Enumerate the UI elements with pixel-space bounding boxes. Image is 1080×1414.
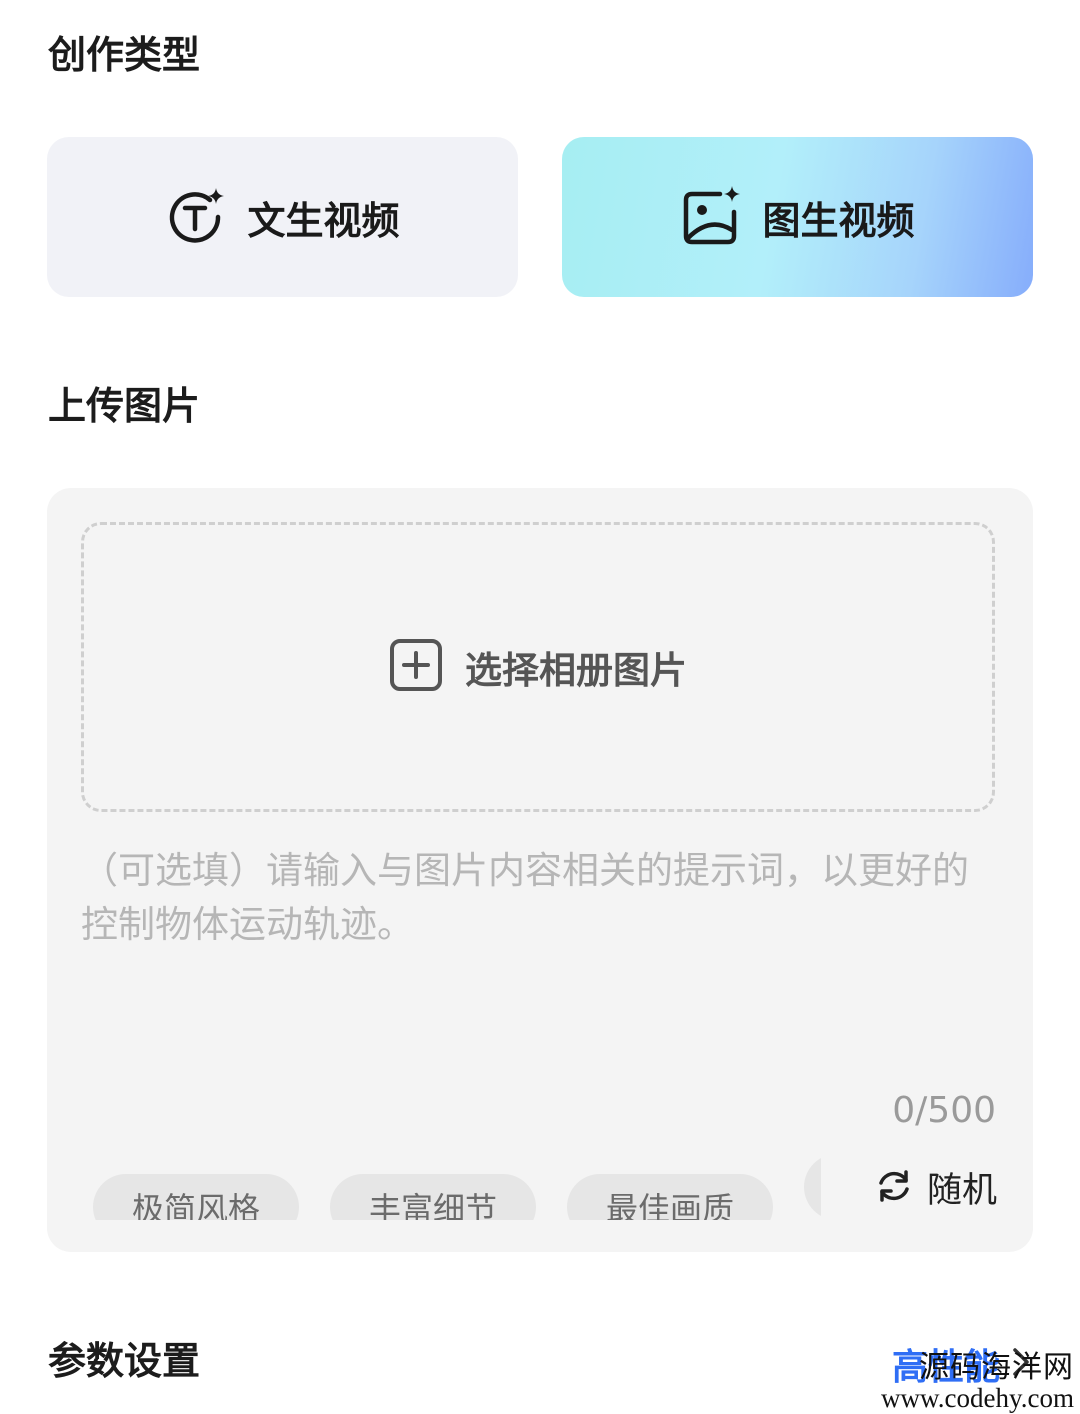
watermark-line-2: www.codehy.com	[881, 1382, 1074, 1413]
style-chips: 极简风格 丰富细节 最佳画质	[93, 1154, 821, 1220]
image-spark-icon	[680, 186, 742, 248]
text-to-video-option[interactable]: 文生视频	[47, 137, 518, 297]
text-to-video-label: 文生视频	[247, 198, 400, 243]
select-album-image-label: 选择相册图片	[465, 649, 687, 692]
image-to-video-label: 图生视频	[762, 198, 915, 243]
prompt-input[interactable]	[81, 844, 995, 1074]
text-spark-icon	[165, 186, 227, 248]
watermark: 源码海洋网 www.codehy.com	[881, 1352, 1074, 1412]
refresh-icon	[875, 1167, 913, 1209]
creation-type-title: 创作类型	[48, 33, 201, 77]
char-counter: 0/500	[892, 1090, 996, 1131]
chip-more[interactable]	[804, 1154, 821, 1220]
select-album-image-button[interactable]: 选择相册图片	[81, 522, 995, 812]
param-settings-title: 参数设置	[48, 1339, 201, 1383]
upload-image-title: 上传图片	[48, 384, 201, 428]
chip-rich-detail[interactable]: 丰富细节	[330, 1174, 536, 1220]
chip-best-quality[interactable]: 最佳画质	[567, 1174, 773, 1220]
image-to-video-option[interactable]: 图生视频	[562, 137, 1033, 297]
chip-minimal-style[interactable]: 极简风格	[93, 1174, 299, 1220]
upload-panel: 选择相册图片 0/500 极简风格丰富细节最佳画质 随机	[47, 488, 1033, 1252]
watermark-line-1: 源码海洋网	[919, 1351, 1074, 1384]
random-label: 随机	[926, 1171, 997, 1211]
plus-square-icon	[389, 638, 443, 696]
random-button[interactable]: 随机	[875, 1162, 997, 1213]
